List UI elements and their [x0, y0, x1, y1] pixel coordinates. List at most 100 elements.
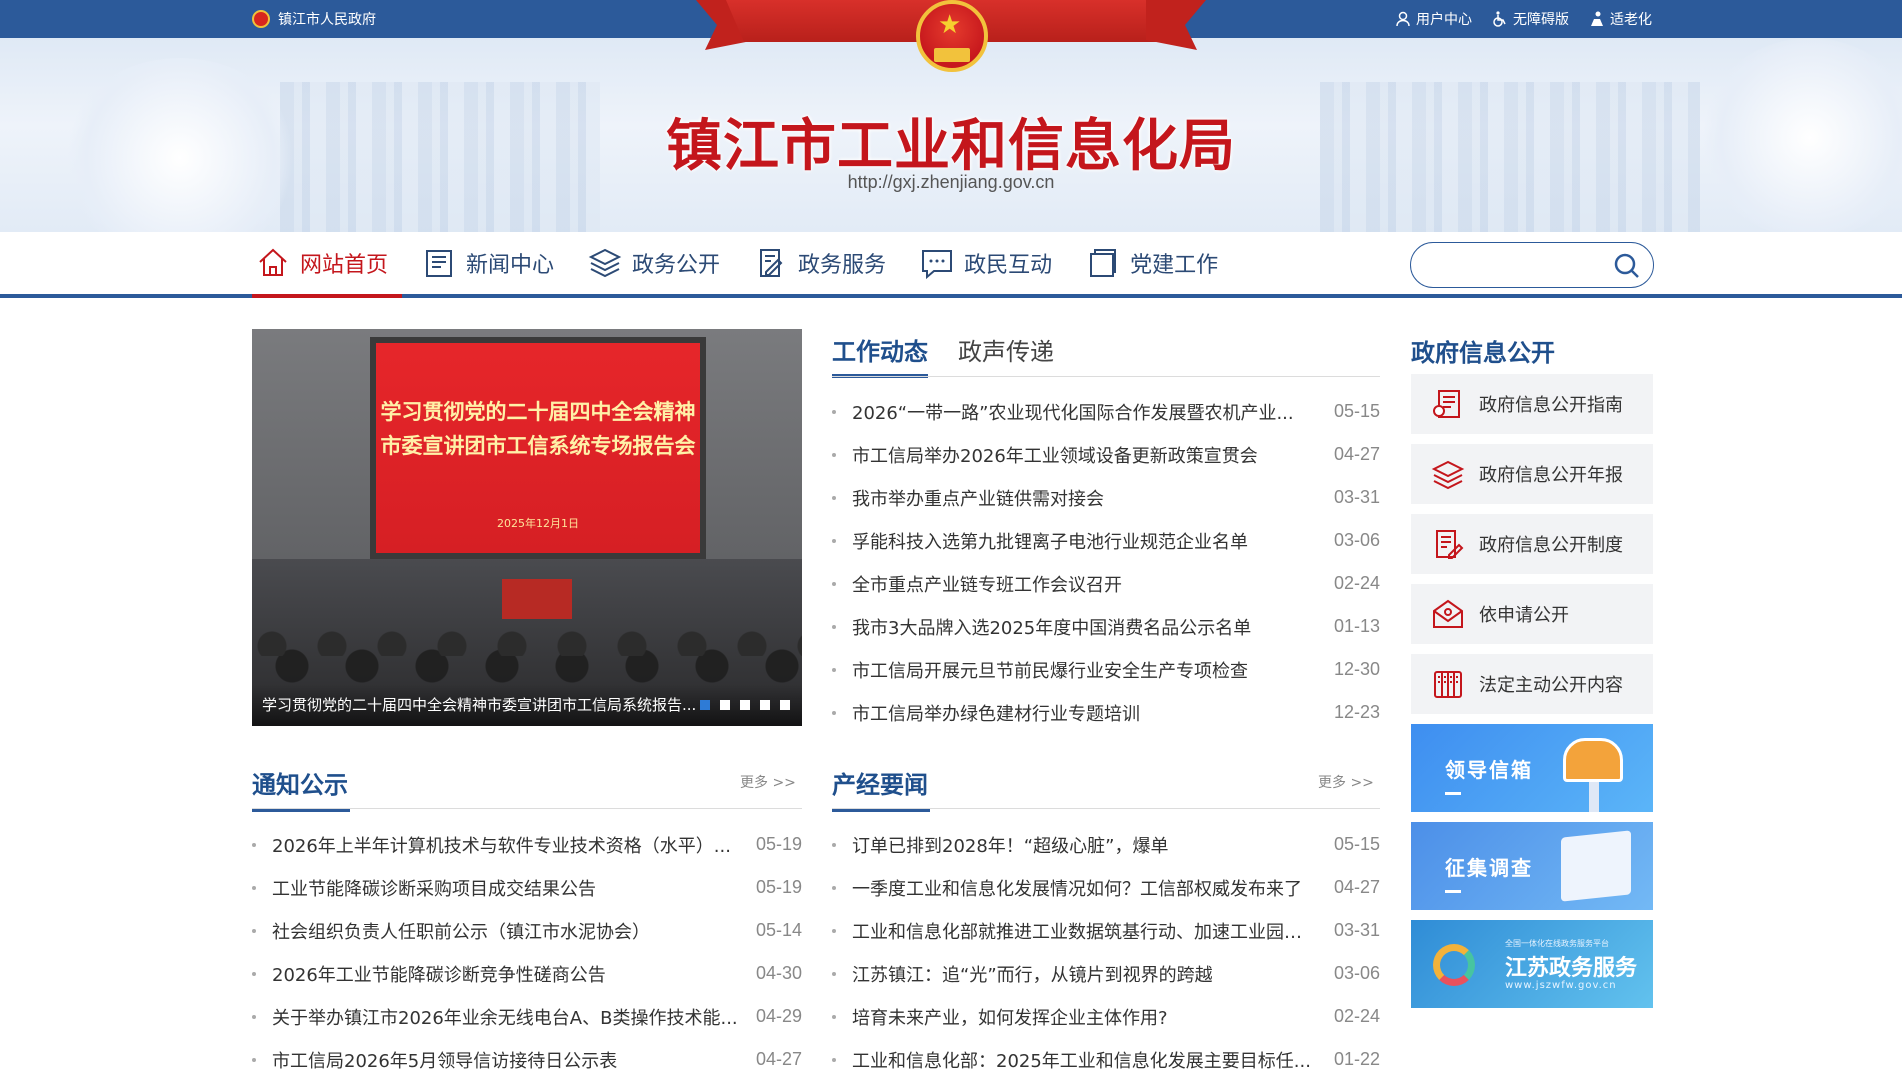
news-tabs: 工作动态 政声传递 — [832, 332, 1054, 378]
list-item[interactable]: 关于举办镇江市2026年业余无线电台A、B类操作技术能... 04-29 — [252, 995, 802, 1038]
nav-party[interactable]: 党建工作 — [1082, 232, 1232, 294]
industry-more-link[interactable]: 更多 >> — [1318, 772, 1374, 792]
list-item[interactable]: 市工信局举办2026年工业领域设备更新政策宣贯会 04-27 — [832, 433, 1380, 476]
list-item-date: 01-22 — [1333, 1049, 1380, 1069]
divider — [252, 808, 802, 809]
list-item[interactable]: 我市举办重点产业链供需对接会 03-31 — [832, 476, 1380, 519]
gov-info-statutory[interactable]: 法定主动公开内容 — [1411, 654, 1653, 714]
national-emblem-icon — [252, 10, 270, 28]
list-item-date: 05-15 — [1333, 401, 1380, 421]
survey-banner[interactable]: 征集调查 — [1411, 822, 1653, 910]
gov-link[interactable]: 镇江市人民政府 — [252, 0, 376, 38]
bullet-icon — [252, 1014, 256, 1019]
elderly-mode-link[interactable]: 适老化 — [1589, 9, 1652, 29]
user-center-link[interactable]: 用户中心 — [1395, 9, 1472, 29]
survey-board-icon — [1561, 830, 1631, 902]
slider-dot[interactable] — [780, 700, 790, 710]
divider — [832, 376, 1380, 377]
news-slider[interactable]: 学习贯彻党的二十届四中全会精神 市委宣讲团市工信系统专场报告会 2025年12月… — [252, 329, 802, 726]
list-item-date: 04-27 — [1333, 877, 1380, 897]
tab-gov-voice[interactable]: 政声传递 — [958, 332, 1054, 372]
list-item[interactable]: 一季度工业和信息化发展情况如何？工信部权威发布来了 04-27 — [832, 866, 1380, 909]
bullet-icon — [832, 624, 836, 629]
leader-mailbox-label: 领导信箱 — [1445, 758, 1533, 782]
list-item[interactable]: 市工信局举办绿色建材行业专题培训 12-23 — [832, 691, 1380, 734]
report-stack-icon — [1431, 460, 1465, 490]
list-item[interactable]: 培育未来产业，如何发挥企业主体作用? 02-24 — [832, 995, 1380, 1038]
accessibility-link[interactable]: 无障碍版 — [1492, 9, 1569, 29]
list-item[interactable]: 工业和信息化部就推进工业数据筑基行动、加速工业园区... 03-31 — [832, 909, 1380, 952]
list-item-date: 05-19 — [755, 834, 802, 854]
audience — [252, 606, 802, 696]
gov-info-rules[interactable]: 政府信息公开制度 — [1411, 514, 1653, 574]
list-item-title: 全市重点产业链专班工作会议召开 — [852, 574, 1122, 596]
list-item[interactable]: 工业节能降碳诊断采购项目成交结果公告 05-19 — [252, 866, 802, 909]
gov-info-guide[interactable]: 政府信息公开指南 — [1411, 374, 1653, 434]
nav-home-label: 网站首页 — [300, 253, 389, 278]
list-item[interactable]: 我市3大品牌入选2025年度中国消费名品公示名单 01-13 — [832, 605, 1380, 648]
industry-list: 订单已排到2028年！“超级心脏”，爆单 05-15 一季度工业和信息化发展情况如何… — [832, 823, 1380, 1080]
leader-mailbox-banner[interactable]: 领导信箱 — [1411, 724, 1653, 812]
list-item-date: 01-13 — [1333, 616, 1380, 636]
list-item-date: 03-31 — [1333, 487, 1380, 507]
guide-icon — [1433, 390, 1460, 418]
list-item[interactable]: 社会组织负责人任职前公示（镇江市水泥协会） 05-14 — [252, 909, 802, 952]
slider-dot[interactable] — [700, 700, 710, 710]
jiangsu-service-logo-icon — [1433, 944, 1475, 986]
list-item-title: 工业和信息化部就推进工业数据筑基行动、加速工业园区... — [852, 921, 1320, 943]
list-item[interactable]: 2026年上半年计算机技术与软件专业技术资格（水平）... 05-19 — [252, 823, 802, 866]
search-input[interactable] — [1427, 251, 1607, 279]
list-item[interactable]: 市工信局2026年5月领导信访接待日公示表 04-27 — [252, 1038, 802, 1080]
gov-info-apply[interactable]: 依申请公开 — [1411, 584, 1653, 644]
slider-dot[interactable] — [720, 700, 730, 710]
list-item-date: 04-27 — [1333, 444, 1380, 464]
bullet-icon — [832, 581, 836, 586]
bullet-icon — [832, 409, 836, 414]
elderly-mode-label: 适老化 — [1610, 12, 1652, 28]
nav-party-label: 党建工作 — [1130, 253, 1219, 278]
list-item[interactable]: 工业和信息化部：2025年工业和信息化发展主要目标任... 01-22 — [832, 1038, 1380, 1080]
bullet-icon — [832, 538, 836, 543]
accessibility-label: 无障碍版 — [1513, 12, 1569, 28]
nav-gov-affairs[interactable]: 政务公开 — [584, 232, 734, 294]
gov-link-label: 镇江市人民政府 — [278, 12, 376, 28]
list-item-date: 12-30 — [1333, 659, 1380, 679]
gov-info-statutory-label: 法定主动公开内容 — [1479, 675, 1623, 696]
home-icon — [259, 248, 287, 276]
service-icon — [760, 249, 783, 277]
list-item-date: 04-29 — [755, 1006, 802, 1026]
nav-news[interactable]: 新闻中心 — [418, 232, 568, 294]
list-item[interactable]: 订单已排到2028年！“超级心脏”，爆单 05-15 — [832, 823, 1380, 866]
tab-work-news[interactable]: 工作动态 — [832, 332, 928, 378]
list-item[interactable]: 江苏镇江：追“光”而行，从镜片到视界的跨越 03-06 — [832, 952, 1380, 995]
nav-gov-services[interactable]: 政务服务 — [750, 232, 900, 294]
list-item[interactable]: 市工信局开展元旦节前民爆行业安全生产专项检查 12-30 — [832, 648, 1380, 691]
bullet-icon — [832, 928, 836, 933]
list-item[interactable]: 孚能科技入选第九批锂离子电池行业规范企业名单 03-06 — [832, 519, 1380, 562]
divider — [832, 808, 1380, 809]
bullet-icon — [252, 928, 256, 933]
mailbox-icon — [1563, 738, 1623, 782]
jiangsu-gov-service-banner[interactable]: 全国一体化在线政务服务平台 江苏政务服务 www.jszwfw.gov.cn — [1411, 920, 1653, 1008]
industry-title: 产经要闻 — [832, 765, 930, 812]
list-item[interactable]: 2026年工业节能降碳诊断竞争性磋商公告 04-30 — [252, 952, 802, 995]
nav-home[interactable]: 网站首页 — [252, 232, 403, 298]
list-item[interactable]: 2026“一带一路”农业现代化国际合作发展暨农机产业... 05-15 — [832, 390, 1380, 433]
elderly-icon — [1591, 11, 1603, 26]
slider-dot[interactable] — [740, 700, 750, 710]
list-item-title: 工业和信息化部：2025年工业和信息化发展主要目标任... — [852, 1050, 1311, 1072]
list-item-date: 03-06 — [1333, 963, 1380, 983]
search-icon[interactable] — [1613, 252, 1641, 280]
slider-dot[interactable] — [760, 700, 770, 710]
wheelchair-icon — [1493, 11, 1506, 27]
list-item-date: 02-24 — [1333, 1006, 1380, 1026]
list-item-title: 市工信局举办2026年工业领域设备更新政策宣贯会 — [852, 445, 1258, 467]
list-item-title: 2026年上半年计算机技术与软件专业技术资格（水平）... — [272, 835, 731, 857]
bullet-icon — [832, 667, 836, 672]
notices-more-link[interactable]: 更多 >> — [740, 772, 796, 792]
list-item[interactable]: 全市重点产业链专班工作会议召开 02-24 — [832, 562, 1380, 605]
bullet-icon — [832, 842, 836, 847]
national-emblem: ★ — [916, 0, 988, 82]
nav-interaction[interactable]: 政民互动 — [916, 232, 1066, 294]
gov-info-annual-report[interactable]: 政府信息公开年报 — [1411, 444, 1653, 504]
